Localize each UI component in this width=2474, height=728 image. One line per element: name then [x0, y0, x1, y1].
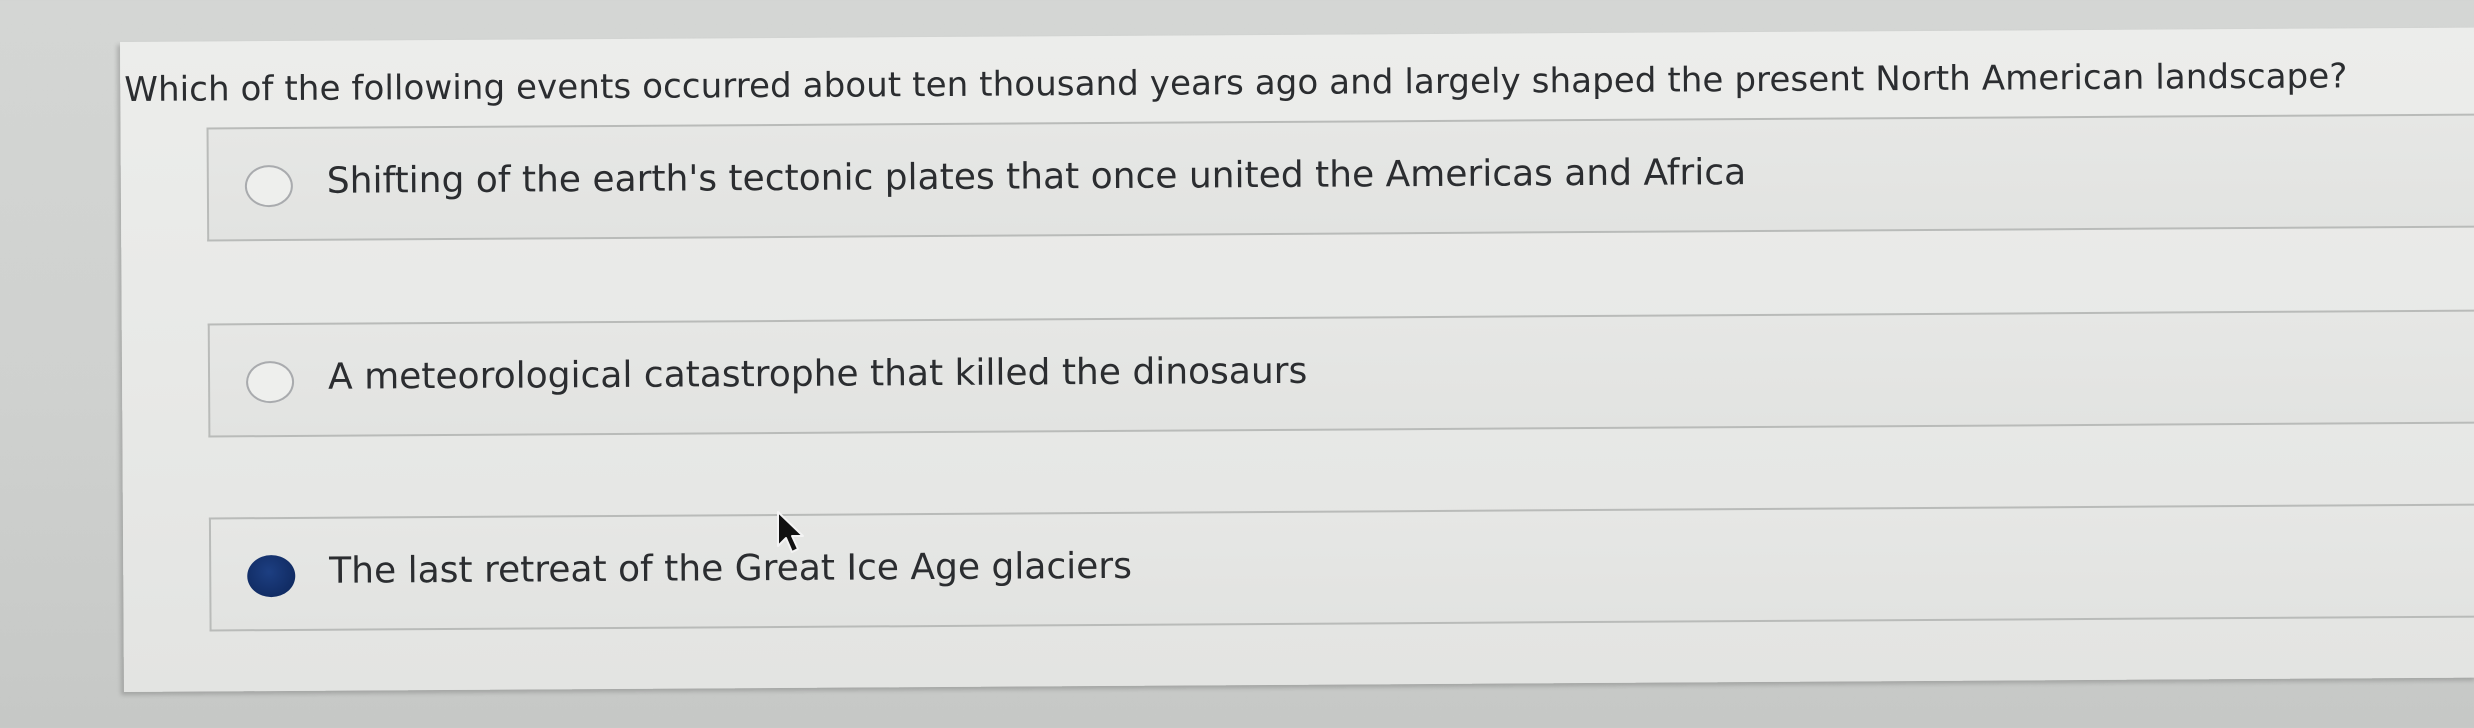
answer-option-label: A meteorological catastrophe that killed…: [327, 350, 1308, 398]
answer-option-3[interactable]: The last retreat of the Great Ice Age gl…: [208, 503, 2474, 632]
radio-button-unselected-icon[interactable]: [245, 360, 295, 404]
answer-option-2[interactable]: A meteorological catastrophe that killed…: [207, 309, 2474, 438]
answer-option-label: Shifting of the earth's tectonic plates …: [326, 152, 1747, 202]
answer-option-1[interactable]: Shifting of the earth's tectonic plates …: [206, 113, 2474, 242]
radio-button-unselected-icon[interactable]: [244, 164, 294, 208]
question-text: Which of the following events occurred a…: [124, 56, 2348, 110]
question-card: Which of the following events occurred a…: [120, 27, 2474, 692]
radio-button-selected-icon[interactable]: [247, 554, 296, 598]
answer-option-label: The last retreat of the Great Ice Age gl…: [329, 545, 1133, 592]
mouse-pointer-icon: [777, 511, 804, 553]
